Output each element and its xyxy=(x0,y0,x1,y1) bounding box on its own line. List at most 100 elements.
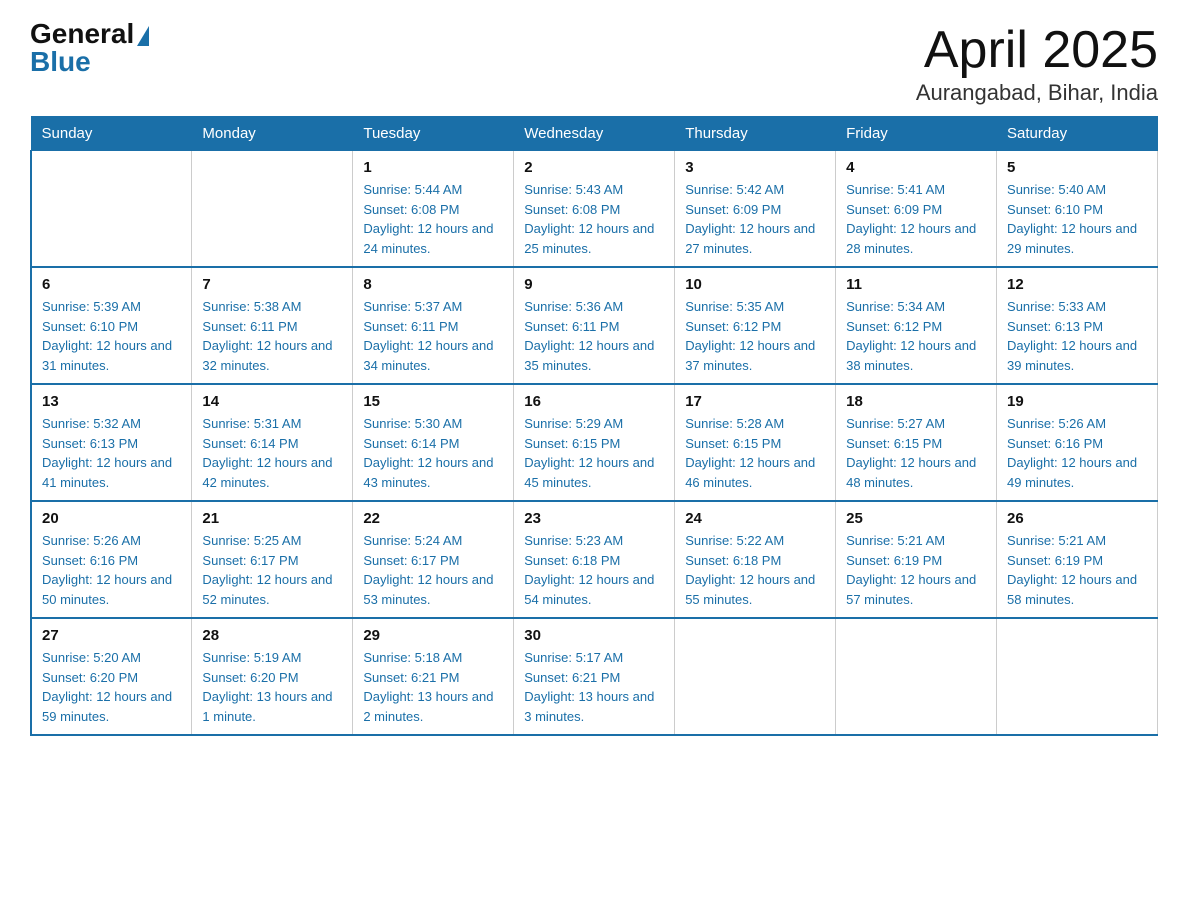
calendar-cell: 10 Sunrise: 5:35 AMSunset: 6:12 PMDayligh… xyxy=(675,267,836,384)
calendar-header-row: SundayMondayTuesdayWednesdayThursdayFrid… xyxy=(31,117,1158,151)
sun-info: Sunrise: 5:20 AMSunset: 6:20 PMDaylight:… xyxy=(42,648,181,726)
day-number: 15 xyxy=(363,393,503,410)
day-number: 18 xyxy=(846,393,986,410)
calendar-cell: 14 Sunrise: 5:31 AMSunset: 6:14 PMDayligh… xyxy=(192,384,353,501)
day-number: 8 xyxy=(363,276,503,293)
calendar-cell xyxy=(31,151,192,268)
calendar-week-row: 6 Sunrise: 5:39 AMSunset: 6:10 PMDaylight… xyxy=(31,267,1158,384)
logo: General Blue xyxy=(30,20,149,76)
day-number: 30 xyxy=(524,627,664,644)
page-subtitle: Aurangabad, Bihar, India xyxy=(916,80,1158,106)
day-number: 13 xyxy=(42,393,181,410)
logo-general: General xyxy=(30,20,134,48)
calendar-cell: 12 Sunrise: 5:33 AMSunset: 6:13 PMDayligh… xyxy=(997,267,1158,384)
logo-triangle-icon xyxy=(137,26,149,46)
calendar-cell: 22Sunrise: 5:24 AMSunset: 6:17 PMDayligh… xyxy=(353,501,514,618)
sun-info: Sunrise: 5:25 AMSunset: 6:17 PMDaylight:… xyxy=(202,531,342,609)
sun-info: Sunrise: 5:27 AMSunset: 6:15 PMDaylight:… xyxy=(846,414,986,492)
calendar-cell: 8 Sunrise: 5:37 AMSunset: 6:11 PMDaylight… xyxy=(353,267,514,384)
page-title: April 2025 xyxy=(916,20,1158,80)
sun-info: Sunrise: 5:33 AMSunset: 6:13 PMDaylight:… xyxy=(1007,297,1147,375)
calendar-body: 1 Sunrise: 5:44 AMSunset: 6:08 PMDaylight… xyxy=(31,151,1158,736)
sun-info: Sunrise: 5:35 AMSunset: 6:12 PMDaylight:… xyxy=(685,297,825,375)
calendar-cell: 11 Sunrise: 5:34 AMSunset: 6:12 PMDayligh… xyxy=(836,267,997,384)
sun-info: Sunrise: 5:29 AMSunset: 6:15 PMDaylight:… xyxy=(524,414,664,492)
calendar-cell: 13 Sunrise: 5:32 AMSunset: 6:13 PMDayligh… xyxy=(31,384,192,501)
day-number: 1 xyxy=(363,159,503,176)
day-number: 3 xyxy=(685,159,825,176)
sun-info: Sunrise: 5:23 AMSunset: 6:18 PMDaylight:… xyxy=(524,531,664,609)
day-number: 26 xyxy=(1007,510,1147,527)
calendar-header: SundayMondayTuesdayWednesdayThursdayFrid… xyxy=(31,117,1158,151)
sun-info: Sunrise: 5:36 AMSunset: 6:11 PMDaylight:… xyxy=(524,297,664,375)
sun-info: Sunrise: 5:26 AMSunset: 6:16 PMDaylight:… xyxy=(42,531,181,609)
sun-info: Sunrise: 5:42 AMSunset: 6:09 PMDaylight:… xyxy=(685,180,825,258)
day-number: 2 xyxy=(524,159,664,176)
sun-info: Sunrise: 5:40 AMSunset: 6:10 PMDaylight:… xyxy=(1007,180,1147,258)
day-number: 21 xyxy=(202,510,342,527)
calendar-day-header: Friday xyxy=(836,117,997,151)
day-number: 24 xyxy=(685,510,825,527)
calendar-week-row: 13 Sunrise: 5:32 AMSunset: 6:13 PMDayligh… xyxy=(31,384,1158,501)
calendar-day-header: Sunday xyxy=(31,117,192,151)
sun-info: Sunrise: 5:21 AMSunset: 6:19 PMDaylight:… xyxy=(1007,531,1147,609)
sun-info: Sunrise: 5:22 AMSunset: 6:18 PMDaylight:… xyxy=(685,531,825,609)
sun-info: Sunrise: 5:38 AMSunset: 6:11 PMDaylight:… xyxy=(202,297,342,375)
calendar-day-header: Thursday xyxy=(675,117,836,151)
sun-info: Sunrise: 5:39 AMSunset: 6:10 PMDaylight:… xyxy=(42,297,181,375)
calendar-cell: 7Sunrise: 5:38 AMSunset: 6:11 PMDaylight… xyxy=(192,267,353,384)
sun-info: Sunrise: 5:17 AMSunset: 6:21 PMDaylight:… xyxy=(524,648,664,726)
calendar-cell: 2Sunrise: 5:43 AMSunset: 6:08 PMDaylight… xyxy=(514,151,675,268)
calendar-cell: 4Sunrise: 5:41 AMSunset: 6:09 PMDaylight… xyxy=(836,151,997,268)
title-block: April 2025 Aurangabad, Bihar, India xyxy=(916,20,1158,106)
sun-info: Sunrise: 5:41 AMSunset: 6:09 PMDaylight:… xyxy=(846,180,986,258)
sun-info: Sunrise: 5:32 AMSunset: 6:13 PMDaylight:… xyxy=(42,414,181,492)
calendar-week-row: 1 Sunrise: 5:44 AMSunset: 6:08 PMDaylight… xyxy=(31,151,1158,268)
sun-info: Sunrise: 5:30 AMSunset: 6:14 PMDaylight:… xyxy=(363,414,503,492)
sun-info: Sunrise: 5:37 AMSunset: 6:11 PMDaylight:… xyxy=(363,297,503,375)
calendar-table: SundayMondayTuesdayWednesdayThursdayFrid… xyxy=(30,116,1158,736)
day-number: 12 xyxy=(1007,276,1147,293)
calendar-day-header: Saturday xyxy=(997,117,1158,151)
calendar-cell: 29Sunrise: 5:18 AMSunset: 6:21 PMDayligh… xyxy=(353,618,514,735)
sun-info: Sunrise: 5:44 AMSunset: 6:08 PMDaylight:… xyxy=(363,180,503,258)
calendar-cell: 28Sunrise: 5:19 AMSunset: 6:20 PMDayligh… xyxy=(192,618,353,735)
calendar-cell xyxy=(836,618,997,735)
sun-info: Sunrise: 5:21 AMSunset: 6:19 PMDaylight:… xyxy=(846,531,986,609)
calendar-cell: 25Sunrise: 5:21 AMSunset: 6:19 PMDayligh… xyxy=(836,501,997,618)
calendar-cell: 1 Sunrise: 5:44 AMSunset: 6:08 PMDaylight… xyxy=(353,151,514,268)
day-number: 10 xyxy=(685,276,825,293)
day-number: 11 xyxy=(846,276,986,293)
calendar-cell: 27 Sunrise: 5:20 AMSunset: 6:20 PMDayligh… xyxy=(31,618,192,735)
calendar-cell: 16 Sunrise: 5:29 AMSunset: 6:15 PMDayligh… xyxy=(514,384,675,501)
day-number: 23 xyxy=(524,510,664,527)
sun-info: Sunrise: 5:34 AMSunset: 6:12 PMDaylight:… xyxy=(846,297,986,375)
day-number: 5 xyxy=(1007,159,1147,176)
day-number: 16 xyxy=(524,393,664,410)
day-number: 6 xyxy=(42,276,181,293)
day-number: 14 xyxy=(202,393,342,410)
calendar-cell: 19Sunrise: 5:26 AMSunset: 6:16 PMDayligh… xyxy=(997,384,1158,501)
calendar-cell: 21 Sunrise: 5:25 AMSunset: 6:17 PMDayligh… xyxy=(192,501,353,618)
logo-blue: Blue xyxy=(30,48,91,76)
calendar-cell: 9 Sunrise: 5:36 AMSunset: 6:11 PMDaylight… xyxy=(514,267,675,384)
calendar-day-header: Monday xyxy=(192,117,353,151)
calendar-cell: 23 Sunrise: 5:23 AMSunset: 6:18 PMDayligh… xyxy=(514,501,675,618)
calendar-cell: 17Sunrise: 5:28 AMSunset: 6:15 PMDayligh… xyxy=(675,384,836,501)
day-number: 29 xyxy=(363,627,503,644)
calendar-cell: 3 Sunrise: 5:42 AMSunset: 6:09 PMDaylight… xyxy=(675,151,836,268)
sun-info: Sunrise: 5:26 AMSunset: 6:16 PMDaylight:… xyxy=(1007,414,1147,492)
calendar-day-header: Tuesday xyxy=(353,117,514,151)
day-number: 27 xyxy=(42,627,181,644)
calendar-cell: 5 Sunrise: 5:40 AMSunset: 6:10 PMDaylight… xyxy=(997,151,1158,268)
calendar-cell xyxy=(192,151,353,268)
calendar-cell xyxy=(675,618,836,735)
calendar-cell: 15 Sunrise: 5:30 AMSunset: 6:14 PMDayligh… xyxy=(353,384,514,501)
page-header: General Blue April 2025 Aurangabad, Biha… xyxy=(30,20,1158,106)
day-number: 17 xyxy=(685,393,825,410)
calendar-cell: 20Sunrise: 5:26 AMSunset: 6:16 PMDayligh… xyxy=(31,501,192,618)
sun-info: Sunrise: 5:31 AMSunset: 6:14 PMDaylight:… xyxy=(202,414,342,492)
calendar-week-row: 20Sunrise: 5:26 AMSunset: 6:16 PMDayligh… xyxy=(31,501,1158,618)
day-number: 9 xyxy=(524,276,664,293)
day-number: 22 xyxy=(363,510,503,527)
